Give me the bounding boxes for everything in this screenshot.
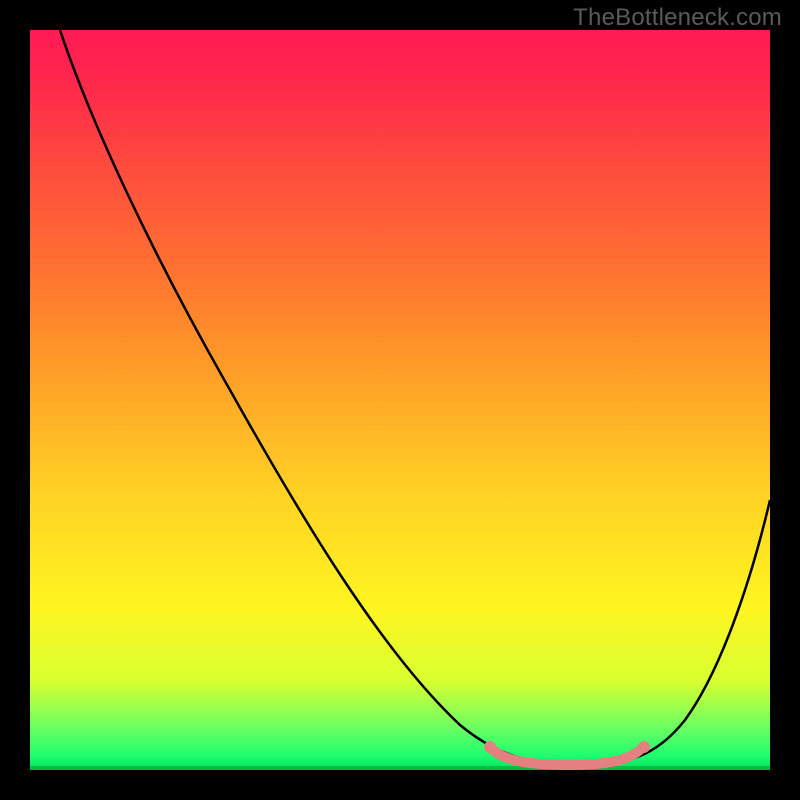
watermark-text: TheBottleneck.com (573, 4, 782, 32)
optimal-end-dot (638, 741, 650, 753)
optimal-range-marker (493, 750, 640, 765)
chart-frame: TheBottleneck.com (0, 0, 800, 800)
optimal-start-dot (484, 741, 496, 753)
bottleneck-curve (60, 30, 770, 765)
curve-layer (30, 30, 770, 770)
plot-area (30, 30, 770, 770)
